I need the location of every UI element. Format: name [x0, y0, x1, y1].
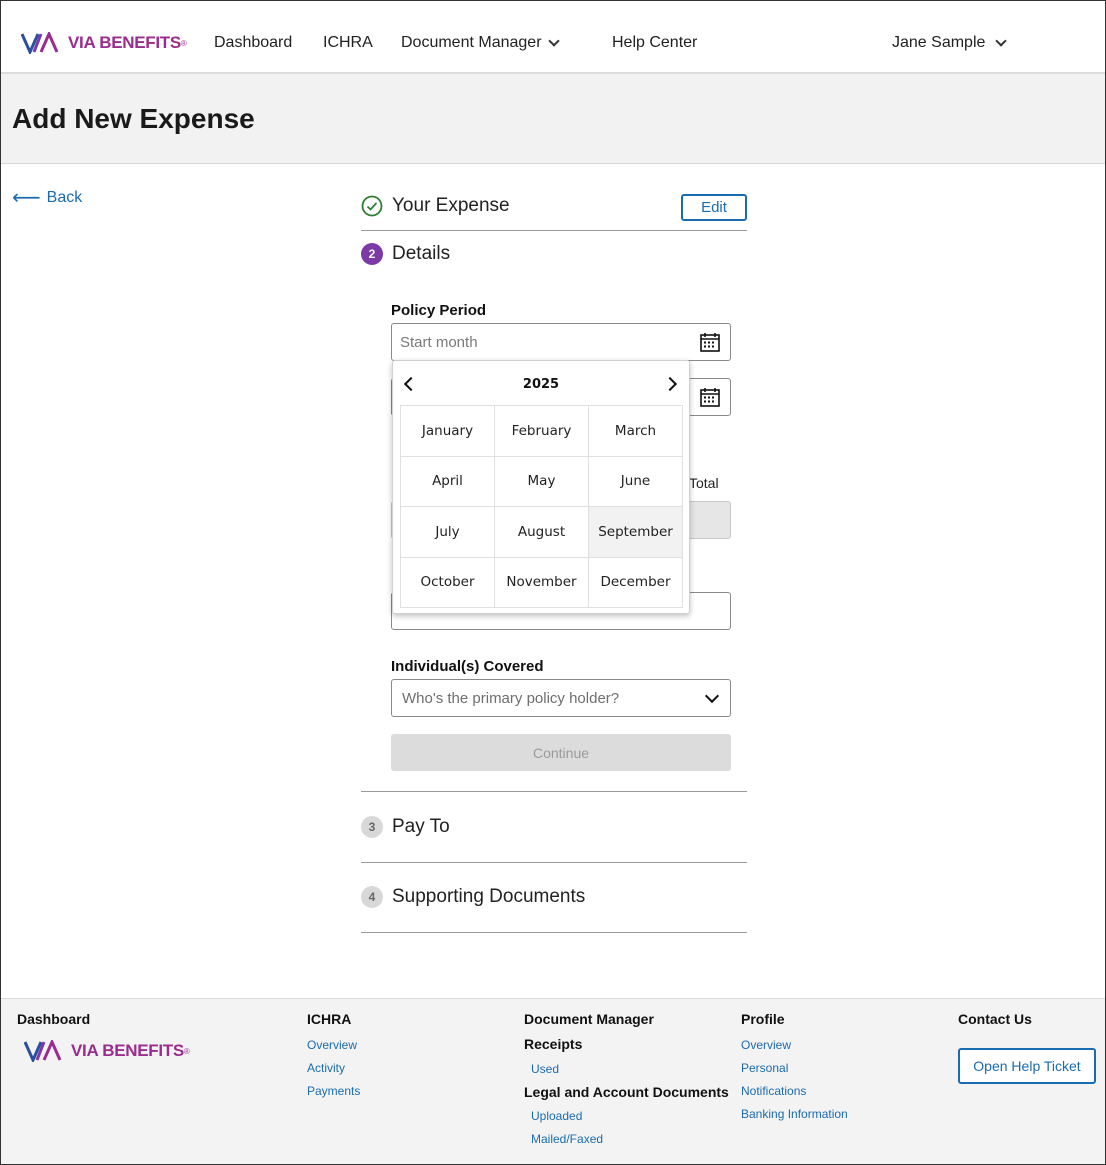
- next-year-button[interactable]: [662, 375, 678, 393]
- check-circle-icon: [361, 195, 383, 217]
- calendar-icon[interactable]: [700, 332, 720, 352]
- footer-profile-heading: Profile: [741, 1011, 785, 1027]
- footer-dashboard-heading[interactable]: Dashboard: [17, 1011, 90, 1027]
- open-help-ticket-button[interactable]: Open Help Ticket: [958, 1048, 1096, 1084]
- footer-link-activity[interactable]: Activity: [307, 1061, 345, 1075]
- chevron-down-icon: [547, 35, 560, 47]
- start-month-input[interactable]: Start month: [391, 323, 731, 361]
- footer-link-notifications[interactable]: Notifications: [741, 1084, 806, 1098]
- month-grid: January February March April May June Ju…: [400, 405, 683, 608]
- footer-legal-heading: Legal and Account Documents: [524, 1084, 729, 1100]
- month-option[interactable]: July: [401, 507, 495, 558]
- month-option-hovered[interactable]: September: [589, 507, 683, 558]
- step-pay-to: 3 Pay To: [361, 816, 747, 838]
- nav-document-manager[interactable]: Document Manager: [401, 34, 560, 52]
- month-option[interactable]: February: [495, 406, 589, 457]
- logo-registered-mark: ®: [183, 1046, 190, 1056]
- footer-link-payments[interactable]: Payments: [307, 1084, 360, 1098]
- page-header: Add New Expense: [1, 74, 1105, 164]
- divider: [361, 791, 747, 792]
- logo-wordmark: VIA BENEFITS: [71, 1041, 184, 1060]
- footer-link-uploaded[interactable]: Uploaded: [531, 1109, 582, 1123]
- edit-button[interactable]: Edit: [681, 194, 747, 221]
- footer-link-personal[interactable]: Personal: [741, 1061, 788, 1075]
- arrow-left-icon: ⟵: [12, 187, 41, 209]
- continue-button[interactable]: Continue: [391, 734, 731, 771]
- month-option[interactable]: November: [495, 557, 589, 608]
- via-benefits-logo[interactable]: VIA BENEFITS ®: [21, 32, 187, 54]
- top-navigation-bar: VIA BENEFITS ® Dashboard ICHRA Document …: [1, 1, 1105, 74]
- via-logo-mark-icon: [24, 1040, 62, 1062]
- policy-period-label: Policy Period: [391, 302, 487, 319]
- step-number-badge: 2: [361, 243, 383, 265]
- step-details: 2 Details: [361, 243, 747, 265]
- nav-ichra-label: ICHRA: [323, 34, 373, 51]
- month-option[interactable]: April: [401, 456, 495, 507]
- step-title: Your Expense: [392, 195, 510, 216]
- individuals-covered-label: Individual(s) Covered: [391, 658, 544, 675]
- divider: [361, 230, 747, 231]
- nav-dashboard-label: Dashboard: [214, 34, 293, 51]
- nav-document-manager-label: Document Manager: [401, 34, 542, 51]
- divider: [361, 932, 747, 933]
- nav-help-center[interactable]: Help Center: [612, 34, 697, 52]
- start-month-placeholder: Start month: [400, 333, 478, 351]
- logo-registered-mark: ®: [180, 38, 187, 48]
- step-number-badge: 4: [361, 886, 383, 908]
- page-title: Add New Expense: [12, 103, 255, 134]
- chevron-down-icon: [704, 688, 720, 704]
- month-option[interactable]: October: [401, 557, 495, 608]
- step-title: Details: [392, 243, 451, 264]
- nav-help-center-label: Help Center: [612, 34, 698, 51]
- footer-ichra-heading: ICHRA: [307, 1011, 352, 1027]
- month-option[interactable]: December: [589, 557, 683, 608]
- chevron-down-icon: [995, 35, 1008, 47]
- step-supporting-documents: 4 Supporting Documents: [361, 886, 747, 908]
- footer-link-ichra-overview[interactable]: Overview: [307, 1038, 357, 1052]
- picker-year: 2025: [522, 377, 560, 392]
- footer-link-used[interactable]: Used: [531, 1062, 559, 1076]
- individuals-covered-select[interactable]: Who's the primary policy holder?: [391, 679, 731, 717]
- individuals-covered-placeholder: Who's the primary policy holder?: [402, 689, 620, 707]
- nav-ichra[interactable]: ICHRA: [323, 34, 373, 52]
- divider: [361, 862, 747, 863]
- month-option[interactable]: August: [495, 507, 589, 558]
- month-option[interactable]: January: [401, 406, 495, 457]
- month-picker-popup: 2025 January February March April May Ju…: [392, 360, 690, 614]
- calendar-icon[interactable]: [700, 387, 720, 407]
- month-option[interactable]: March: [589, 406, 683, 457]
- footer-receipts-heading: Receipts: [524, 1036, 583, 1052]
- logo-wordmark: VIA BENEFITS: [68, 33, 181, 52]
- back-label: Back: [46, 189, 83, 206]
- nav-dashboard[interactable]: Dashboard: [214, 34, 292, 52]
- month-option[interactable]: June: [589, 456, 683, 507]
- footer-via-benefits-logo: VIA BENEFITS ®: [24, 1040, 190, 1062]
- user-name: Jane Sample: [892, 34, 986, 51]
- footer-link-mailed-faxed[interactable]: Mailed/Faxed: [531, 1132, 603, 1146]
- footer-link-profile-overview[interactable]: Overview: [741, 1038, 791, 1052]
- back-link[interactable]: ⟵ Back: [12, 188, 82, 208]
- chevron-right-icon: [662, 376, 678, 392]
- month-option[interactable]: May: [495, 456, 589, 507]
- step-title: Supporting Documents: [392, 886, 586, 907]
- user-menu[interactable]: Jane Sample: [892, 34, 1008, 52]
- footer-document-manager-heading: Document Manager: [524, 1011, 654, 1027]
- step-number-badge: 3: [361, 816, 383, 838]
- total-label: Total: [689, 475, 719, 491]
- step-title: Pay To: [392, 816, 450, 837]
- footer-link-banking-information[interactable]: Banking Information: [741, 1107, 848, 1121]
- footer-contact-heading: Contact Us: [958, 1011, 1032, 1027]
- via-logo-mark-icon: [21, 32, 59, 54]
